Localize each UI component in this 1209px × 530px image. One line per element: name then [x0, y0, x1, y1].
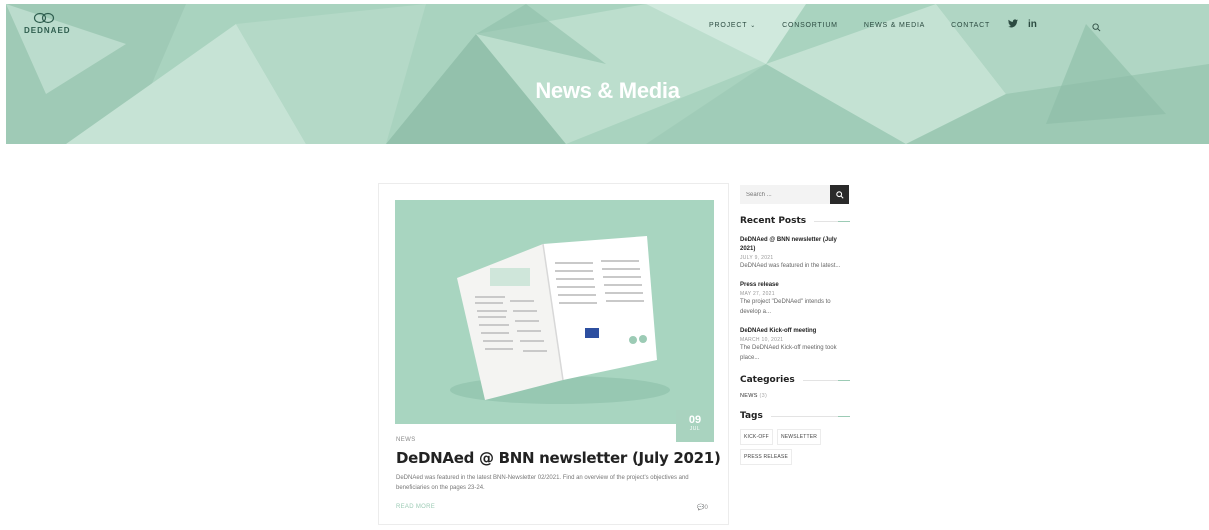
- categories-heading: Categories: [740, 375, 851, 385]
- recent-posts-heading: Recent Posts: [740, 216, 850, 226]
- tag-cloud: KICK-OFF NEWSLETTER PRESS RELEASE: [740, 429, 830, 465]
- recent-post-title[interactable]: DeDNAed Kick-off meeting: [740, 327, 850, 336]
- sidebar-search: [740, 185, 850, 204]
- category-item[interactable]: NEWS (3): [740, 393, 850, 399]
- tags-title: Tags: [740, 411, 763, 421]
- chevron-down-icon: ⌄: [750, 23, 757, 29]
- post-date-badge: 09 JUL: [676, 410, 714, 442]
- post-date-month: JUL: [689, 426, 701, 432]
- recent-post-excerpt: The project "DeDNAed" intends to develop…: [740, 299, 831, 315]
- post-date-day: 09: [688, 414, 702, 426]
- comments-count[interactable]: 💬0: [697, 504, 708, 511]
- page-title: News & Media: [535, 78, 680, 103]
- tag-press-release[interactable]: PRESS RELEASE: [740, 449, 793, 465]
- category-count: (3): [759, 393, 768, 399]
- post-excerpt: DeDNAed was featured in the latest BNN-N…: [396, 475, 689, 491]
- nav-item-project[interactable]: PROJECT ⌄: [709, 22, 756, 29]
- post-category[interactable]: NEWS: [396, 437, 416, 443]
- nav-item-label: PROJECT: [709, 22, 748, 29]
- recent-post-title[interactable]: DeDNAed @ BNN newsletter (July 2021): [740, 236, 850, 254]
- logo-text: DEDNAED: [24, 26, 71, 35]
- main-nav: PROJECT ⌄ CONSORTIUM NEWS & MEDIA CONTACT: [709, 22, 1016, 29]
- nav-item-consortium[interactable]: CONSORTIUM: [782, 22, 838, 29]
- search-icon[interactable]: [1092, 19, 1101, 37]
- read-more-link[interactable]: READ MORE: [396, 504, 435, 510]
- nav-item-contact[interactable]: CONTACT: [951, 22, 990, 29]
- recent-post-item: Press release MAY 27, 2021 The project "…: [740, 281, 850, 317]
- recent-posts-title: Recent Posts: [740, 216, 807, 226]
- post-thumbnail[interactable]: [395, 200, 714, 424]
- category-name: NEWS: [740, 393, 758, 399]
- tag-kick-off[interactable]: KICK-OFF: [740, 429, 773, 445]
- recent-post-item: DeDNAed @ BNN newsletter (July 2021) JUL…: [740, 236, 850, 271]
- hero-banner: DEDNAED PROJECT ⌄ CONSORTIUM NEWS & MEDIA…: [6, 4, 1209, 144]
- tag-newsletter[interactable]: NEWSLETTER: [776, 429, 822, 445]
- post-card: 09 JUL NEWS DeDNAed @ BNN newsletter (Ju…: [378, 183, 729, 525]
- recent-post-title[interactable]: Press release: [740, 281, 850, 290]
- magazine-image: [395, 200, 714, 424]
- twitter-icon[interactable]: [1008, 19, 1018, 31]
- recent-post-excerpt: The DeDNAed Kick-off meeting took place.…: [740, 345, 837, 361]
- heading-divider: [802, 379, 851, 381]
- social-links: in: [1008, 19, 1037, 31]
- recent-post-excerpt: DeDNAed was featured in the latest...: [740, 263, 841, 269]
- nav-item-news-media[interactable]: NEWS & MEDIA: [864, 22, 925, 29]
- comments-count-value: 0: [704, 505, 708, 511]
- heading-divider: [814, 220, 850, 222]
- recent-post-item: DeDNAed Kick-off meeting MARCH 10, 2021 …: [740, 327, 850, 363]
- logo-icon: [33, 12, 55, 24]
- tags-heading: Tags: [740, 411, 851, 421]
- sidebar: Recent Posts DeDNAed @ BNN newsletter (J…: [740, 185, 851, 465]
- heading-divider: [770, 415, 851, 417]
- search-icon: [835, 190, 844, 199]
- post-title[interactable]: DeDNAed @ BNN newsletter (July 2021): [396, 449, 721, 467]
- search-input[interactable]: [740, 185, 830, 204]
- site-logo[interactable]: DEDNAED: [24, 12, 71, 35]
- linkedin-icon[interactable]: in: [1028, 19, 1037, 31]
- search-button[interactable]: [830, 185, 849, 204]
- categories-title: Categories: [740, 375, 795, 385]
